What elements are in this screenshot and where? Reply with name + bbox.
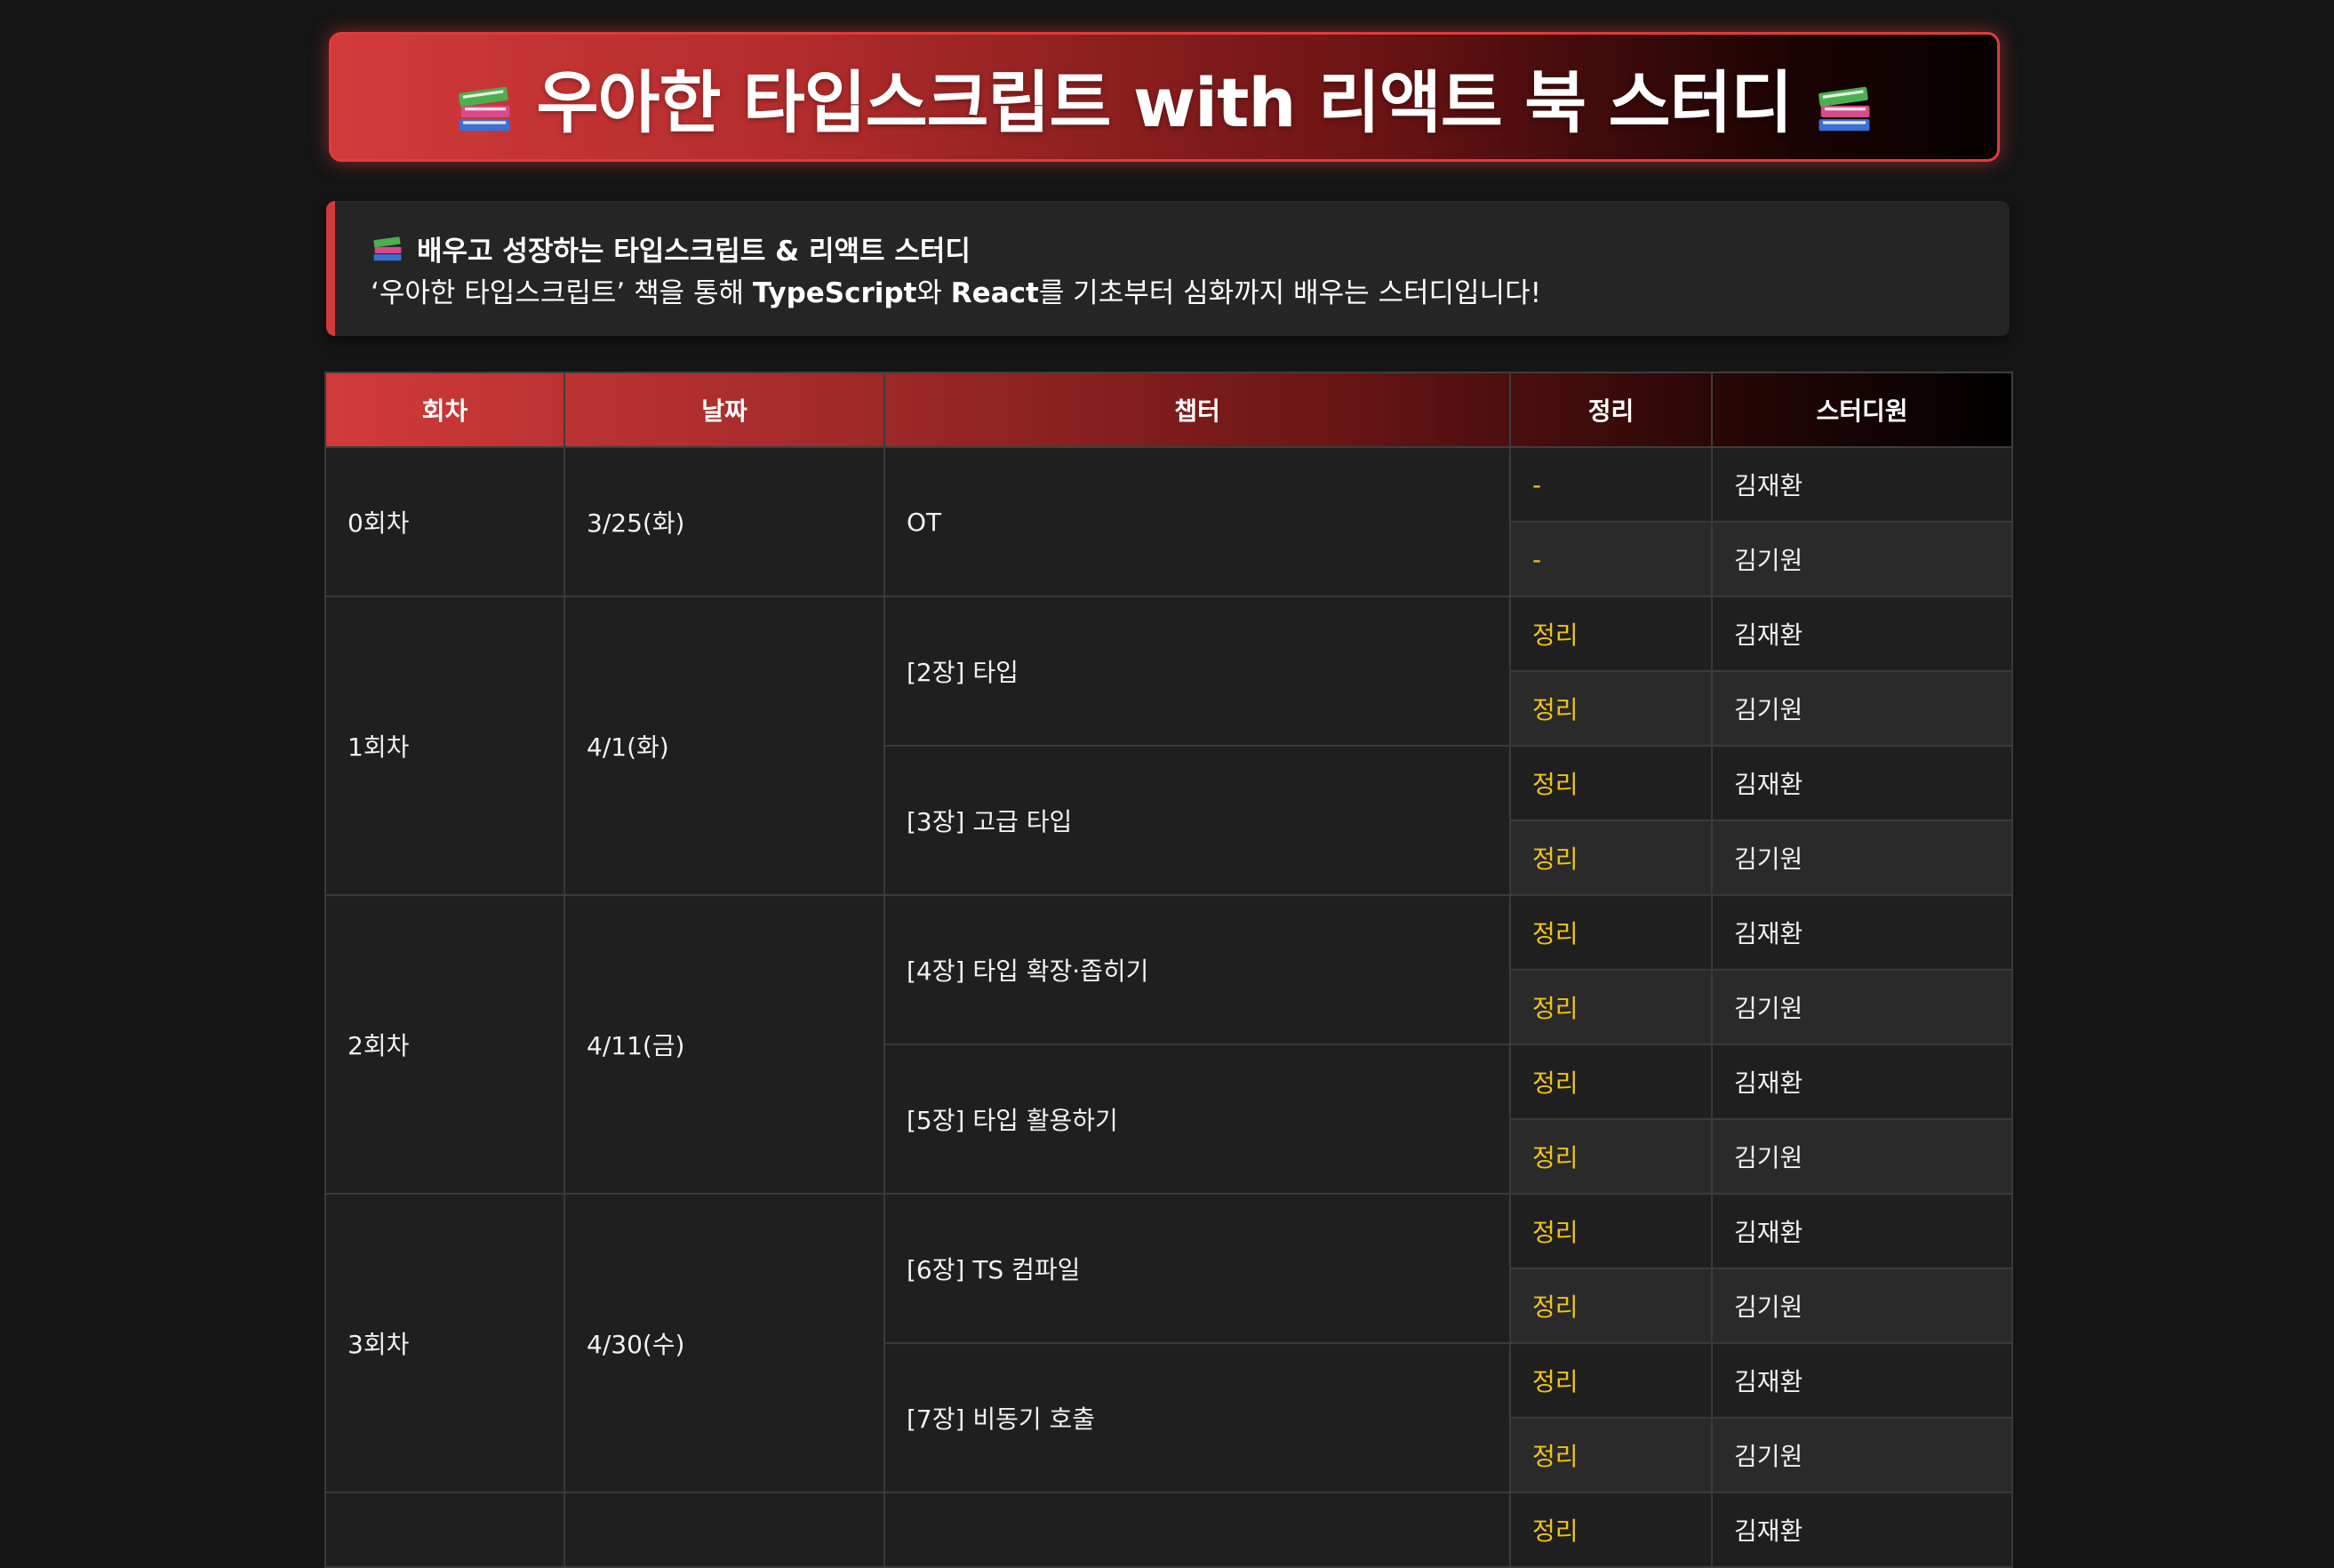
note-link[interactable]: 정리 bbox=[1509, 1417, 1713, 1493]
member-cell: 김기원 bbox=[1711, 1268, 2013, 1344]
member-cell: 김재환 bbox=[1711, 446, 2013, 523]
intro-desc-text: 를 기초부터 심화까지 배우는 스터디입니다! bbox=[1038, 277, 1542, 309]
note-link-text[interactable]: 정리 bbox=[1532, 1516, 1579, 1546]
books-icon bbox=[371, 231, 404, 265]
note-link[interactable]: 정리 bbox=[1509, 1342, 1713, 1419]
member-cell: 김재환 bbox=[1711, 894, 2013, 971]
table-header-row: 회차 날짜 챕터 정리 스터디원 bbox=[324, 372, 2013, 448]
note-cell: - bbox=[1509, 521, 1713, 597]
session-cell: 1회차 bbox=[324, 596, 565, 896]
intro-description: ‘우아한 타입스크립트’ 책을 통해 TypeScript와 React를 기초… bbox=[371, 270, 2010, 310]
note-link-text[interactable]: 정리 bbox=[1532, 1068, 1579, 1098]
books-icon bbox=[1813, 76, 1875, 139]
member-cell: 김재환 bbox=[1711, 596, 2013, 672]
chapter-cell: [4장] 타입 확장·좁히기 bbox=[883, 894, 1511, 1045]
date-cell: 4/30(수) bbox=[564, 1193, 885, 1493]
note-cell: - bbox=[1509, 446, 1713, 523]
table-row: 1회차 4/1(화) [2장] 타입 정리 김재환 bbox=[324, 596, 2013, 896]
session-cell: 2회차 bbox=[324, 894, 565, 1195]
note-link[interactable]: 정리 bbox=[1509, 894, 1713, 971]
note-link[interactable]: 정리 bbox=[1509, 1193, 1713, 1269]
note-link[interactable]: 정리 bbox=[1509, 969, 1713, 1045]
note-link[interactable]: 정리 bbox=[1509, 745, 1713, 821]
note-link-text[interactable]: 정리 bbox=[1532, 1218, 1579, 1247]
intro-desc-text: 와 bbox=[916, 277, 951, 309]
date-cell bbox=[564, 1492, 885, 1568]
chapter-cell: [5장] 타입 활용하기 bbox=[883, 1044, 1511, 1195]
table-row: 0회차 3/25(화) OT - 김재환 bbox=[324, 446, 2013, 597]
session-cell bbox=[324, 1492, 565, 1568]
intro-heading: 배우고 성장하는 타입스크립트 & 리액트 스터디 bbox=[371, 229, 2010, 268]
note-link-text[interactable]: 정리 bbox=[1532, 844, 1579, 874]
date-cell: 4/11(금) bbox=[564, 894, 885, 1195]
note-link[interactable]: 정리 bbox=[1509, 596, 1713, 672]
study-schedule-table: 회차 날짜 챕터 정리 스터디원 0회차 3/25(화) OT - 김재환 - … bbox=[324, 372, 2013, 1568]
column-header-date: 날짜 bbox=[564, 372, 885, 448]
intro-heading-text: 배우고 성장하는 타입스크립트 & 리액트 스터디 bbox=[417, 235, 971, 268]
member-cell: 김재환 bbox=[1711, 1342, 2013, 1419]
member-cell: 김기원 bbox=[1711, 670, 2013, 747]
date-cell: 3/25(화) bbox=[564, 446, 885, 597]
note-link-text[interactable]: 정리 bbox=[1532, 695, 1579, 724]
note-link-text[interactable]: 정리 bbox=[1532, 770, 1579, 799]
table-row: 2회차 4/11(금) [4장] 타입 확장·좁히기 정리 김재환 bbox=[324, 894, 2013, 1195]
note-link[interactable]: 정리 bbox=[1509, 670, 1713, 747]
note-link-text[interactable]: 정리 bbox=[1532, 1442, 1579, 1471]
table-row: 정리 김재환 bbox=[324, 1492, 2013, 1568]
column-header-session: 회차 bbox=[324, 372, 565, 448]
chapter-cell: [6장] TS 컴파일 bbox=[883, 1193, 1511, 1344]
note-link[interactable]: 정리 bbox=[1509, 1118, 1713, 1195]
member-cell: 김기원 bbox=[1711, 1417, 2013, 1493]
intro-callout: 배우고 성장하는 타입스크립트 & 리액트 스터디 ‘우아한 타입스크립트’ 책… bbox=[326, 201, 2010, 336]
date-cell: 4/1(화) bbox=[564, 596, 885, 896]
member-cell: 김기원 bbox=[1711, 1118, 2013, 1195]
note-link[interactable]: 정리 bbox=[1509, 1492, 1713, 1568]
note-link-text[interactable]: 정리 bbox=[1532, 1367, 1579, 1396]
note-link[interactable]: 정리 bbox=[1509, 820, 1713, 896]
member-cell: 김기원 bbox=[1711, 969, 2013, 1045]
member-cell: 김기원 bbox=[1711, 820, 2013, 896]
intro-desc-typescript: TypeScript bbox=[752, 277, 917, 309]
note-link[interactable]: 정리 bbox=[1509, 1268, 1713, 1344]
chapter-cell bbox=[883, 1492, 1511, 1568]
note-link-text[interactable]: 정리 bbox=[1532, 1143, 1579, 1172]
page-title: 우아한 타입스크립트 with 리액트 북 스터디 bbox=[432, 48, 1898, 146]
session-cell: 3회차 bbox=[324, 1193, 565, 1493]
title-label: 우아한 타입스크립트 with 리액트 북 스터디 bbox=[536, 63, 1794, 142]
member-cell: 김재환 bbox=[1711, 1193, 2013, 1269]
books-icon bbox=[453, 76, 516, 139]
title-banner: 우아한 타입스크립트 with 리액트 북 스터디 bbox=[329, 32, 2000, 162]
table-row: 3회차 4/30(수) [6장] TS 컴파일 정리 김재환 bbox=[324, 1193, 2013, 1493]
chapter-cell: OT bbox=[883, 446, 1511, 597]
column-header-notes: 정리 bbox=[1509, 372, 1713, 448]
chapter-cell: [3장] 고급 타입 bbox=[883, 745, 1511, 896]
column-header-chapter: 챕터 bbox=[883, 372, 1511, 448]
note-link-text[interactable]: 정리 bbox=[1532, 994, 1579, 1023]
note-link[interactable]: 정리 bbox=[1509, 1044, 1713, 1120]
member-cell: 김재환 bbox=[1711, 745, 2013, 821]
member-cell: 김재환 bbox=[1711, 1044, 2013, 1120]
chapter-cell: [7장] 비동기 호출 bbox=[883, 1342, 1511, 1493]
note-link-text[interactable]: 정리 bbox=[1532, 1292, 1579, 1322]
intro-desc-text: ‘우아한 타입스크립트’ 책을 통해 bbox=[371, 277, 753, 309]
column-header-members: 스터디원 bbox=[1711, 372, 2013, 448]
session-cell: 0회차 bbox=[324, 446, 565, 597]
intro-desc-react: React bbox=[950, 277, 1039, 309]
member-cell: 김재환 bbox=[1711, 1492, 2013, 1568]
member-cell: 김기원 bbox=[1711, 521, 2013, 597]
chapter-cell: [2장] 타입 bbox=[883, 596, 1511, 747]
note-link-text[interactable]: 정리 bbox=[1532, 919, 1579, 948]
note-link-text[interactable]: 정리 bbox=[1532, 620, 1579, 650]
